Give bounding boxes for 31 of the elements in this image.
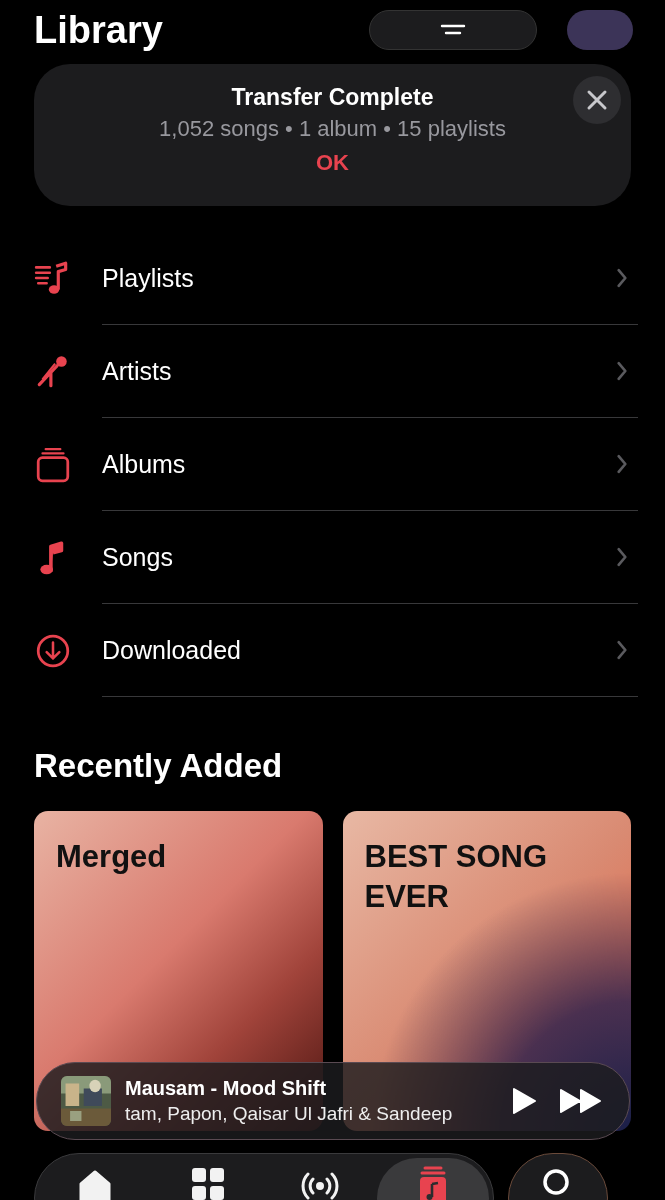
chevron-icon	[616, 268, 628, 288]
album-stack-icon	[34, 446, 72, 483]
close-button[interactable]	[573, 76, 621, 124]
library-category[interactable]: Albums	[0, 418, 665, 511]
chevron-icon	[616, 361, 628, 381]
category-label: Playlists	[102, 263, 194, 293]
category-label: Downloaded	[102, 635, 241, 665]
library-category[interactable]: Playlists	[0, 232, 665, 325]
lines-icon	[440, 23, 466, 37]
chevron-icon	[616, 547, 628, 567]
category-label: Songs	[102, 542, 173, 572]
chevron-icon	[616, 454, 628, 474]
close-icon	[586, 89, 608, 111]
banner-details: 1,052 songs • 1 album • 15 playlists	[159, 115, 506, 143]
ok-button[interactable]: OK	[308, 148, 357, 178]
mini-player[interactable]: Mausam - Mood Shift tam, Papon, Qaisar Ul Jafri & Sandeep	[36, 1062, 630, 1140]
banner-title: Transfer Complete	[231, 83, 434, 112]
sort-button[interactable]	[369, 10, 537, 50]
play-icon	[511, 1087, 537, 1115]
fast-forward-icon	[559, 1087, 603, 1115]
section-title: Recently Added	[34, 747, 284, 785]
download-icon	[34, 632, 72, 669]
chevron-icon	[616, 640, 628, 660]
category-label: Albums	[102, 449, 186, 479]
playlist-title: BEST SONG EVER	[364, 838, 549, 916]
library-category[interactable]: Songs	[0, 511, 665, 604]
playlist-title: Merged	[56, 838, 168, 876]
library-category[interactable]: Artists	[0, 325, 665, 418]
category-label: Artists	[102, 356, 172, 386]
library-category[interactable]: Downloaded	[0, 604, 665, 697]
page-title: Library	[34, 8, 163, 52]
